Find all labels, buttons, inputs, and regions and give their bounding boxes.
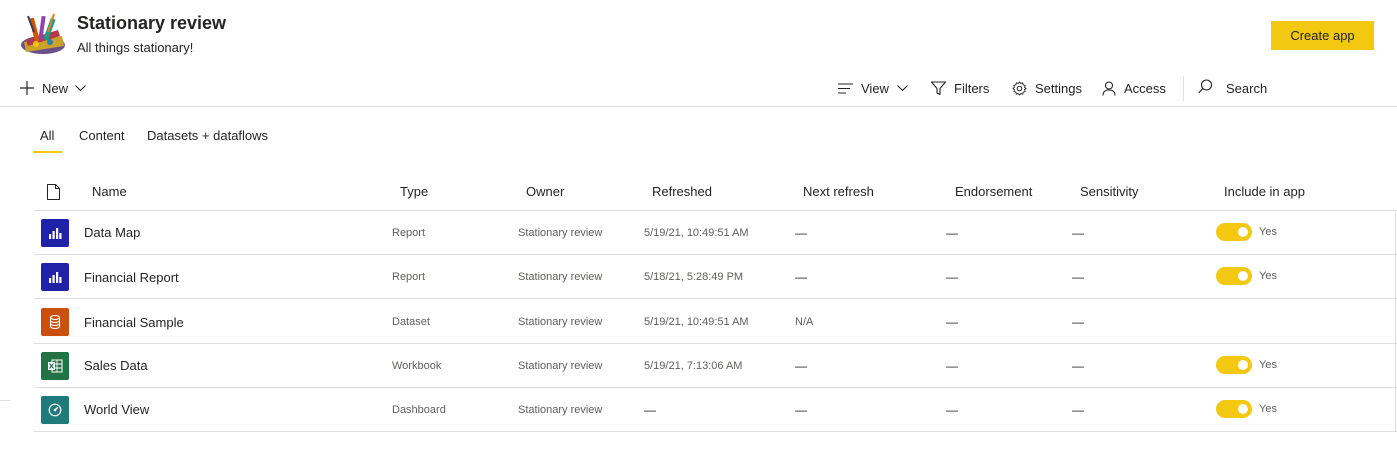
workbook-icon <box>41 352 69 380</box>
column-header-sensitivity[interactable]: Sensitivity <box>1080 184 1139 199</box>
item-next-refresh: N/A <box>795 316 814 328</box>
create-app-button[interactable]: Create app <box>1271 21 1374 50</box>
item-endorsement: — <box>946 270 958 284</box>
item-next-refresh: — <box>795 359 807 373</box>
chevron-down-icon <box>75 84 86 92</box>
workspace-logo-icon <box>18 12 68 56</box>
tab-all[interactable]: All <box>33 128 62 153</box>
item-endorsement: — <box>946 315 958 329</box>
table-row[interactable]: Data Map Report Stationary review 5/19/2… <box>34 211 1397 255</box>
include-in-app-toggle[interactable] <box>1216 400 1252 418</box>
item-endorsement: — <box>946 403 958 417</box>
table-right-border <box>1395 210 1396 432</box>
item-type: Dashboard <box>392 404 446 416</box>
new-button[interactable]: New <box>20 78 86 98</box>
settings-button[interactable]: Settings <box>1012 78 1082 98</box>
item-type: Report <box>392 271 426 283</box>
gear-icon <box>1012 80 1027 96</box>
item-sensitivity: — <box>1072 315 1084 329</box>
item-next-refresh: — <box>795 226 807 240</box>
item-owner: Stationary review <box>518 404 603 416</box>
search-box[interactable] <box>1198 78 1388 99</box>
item-refreshed: 5/18/21, 5:28:49 PM <box>644 271 744 283</box>
search-input[interactable] <box>1226 81 1376 96</box>
item-owner: Stationary review <box>518 316 603 328</box>
item-endorsement: — <box>946 359 958 373</box>
dataset-icon <box>41 308 69 336</box>
view-label: View <box>861 80 889 96</box>
table-header: Name Type Owner Refreshed Next refresh E… <box>34 173 1397 211</box>
workspace-header: Stationary review All things stationary!… <box>0 0 1397 68</box>
tab-datasets-dataflows[interactable]: Datasets + dataflows <box>147 128 268 153</box>
filter-icon <box>931 80 946 96</box>
new-label: New <box>42 80 69 96</box>
table-row[interactable]: World View Dashboard Stationary review —… <box>34 388 1397 432</box>
column-header-next-refresh[interactable]: Next refresh <box>803 184 874 199</box>
item-endorsement: — <box>946 226 958 240</box>
search-icon <box>1198 78 1213 99</box>
workspace-description: All things stationary! <box>77 40 194 55</box>
item-type: Workbook <box>392 360 442 372</box>
item-sensitivity: — <box>1072 270 1084 284</box>
include-in-app-label: Yes <box>1259 270 1277 282</box>
table-row[interactable]: Financial Sample Dataset Stationary revi… <box>34 299 1397 344</box>
item-next-refresh: — <box>795 270 807 284</box>
file-icon <box>47 184 60 205</box>
item-refreshed: 5/19/21, 10:49:51 AM <box>644 227 749 239</box>
chevron-down-icon <box>897 84 908 92</box>
column-header-include-in-app[interactable]: Include in app <box>1224 184 1305 199</box>
include-in-app-label: Yes <box>1259 403 1277 415</box>
column-header-refreshed[interactable]: Refreshed <box>652 184 712 199</box>
item-name[interactable]: Data Map <box>84 225 140 240</box>
person-icon <box>1102 80 1116 96</box>
plus-icon <box>20 81 34 95</box>
access-label: Access <box>1124 80 1166 96</box>
table-row[interactable]: Sales Data Workbook Stationary review 5/… <box>34 344 1397 388</box>
report-icon <box>41 219 69 247</box>
item-name[interactable]: Financial Sample <box>84 315 184 330</box>
item-owner: Stationary review <box>518 227 603 239</box>
filters-label: Filters <box>954 80 990 96</box>
filters-button[interactable]: Filters <box>931 78 989 98</box>
column-header-name[interactable]: Name <box>92 184 127 199</box>
column-header-type[interactable]: Type <box>400 184 428 199</box>
report-icon <box>41 263 69 291</box>
left-edge-divider <box>0 400 10 401</box>
item-type: Dataset <box>392 316 430 328</box>
include-in-app-toggle[interactable] <box>1216 223 1252 241</box>
include-in-app-label: Yes <box>1259 359 1277 371</box>
toolbar-divider <box>1183 76 1184 101</box>
item-name[interactable]: World View <box>84 402 149 417</box>
list-icon <box>838 82 853 94</box>
toolbar: New View Filters Settings Access Search <box>0 70 1397 107</box>
column-header-endorsement[interactable]: Endorsement <box>955 184 1032 199</box>
view-button[interactable]: View <box>838 78 908 98</box>
item-next-refresh: — <box>795 403 807 417</box>
item-refreshed: 5/19/21, 10:49:51 AM <box>644 316 749 328</box>
item-name[interactable]: Sales Data <box>84 358 148 373</box>
item-sensitivity: — <box>1072 403 1084 417</box>
access-button[interactable]: Access <box>1102 78 1166 98</box>
dashboard-icon <box>41 396 69 424</box>
item-refreshed: — <box>644 403 656 417</box>
table-row[interactable]: Financial Report Report Stationary revie… <box>34 255 1397 299</box>
item-sensitivity: — <box>1072 226 1084 240</box>
item-type: Report <box>392 227 426 239</box>
item-refreshed: 5/19/21, 7:13:06 AM <box>644 360 743 372</box>
item-sensitivity: — <box>1072 359 1084 373</box>
workspace-title: Stationary review <box>77 13 227 33</box>
include-in-app-toggle[interactable] <box>1216 356 1252 374</box>
settings-label: Settings <box>1035 80 1082 96</box>
include-in-app-toggle[interactable] <box>1216 267 1252 285</box>
item-owner: Stationary review <box>518 271 603 283</box>
item-owner: Stationary review <box>518 360 603 372</box>
item-name[interactable]: Financial Report <box>84 270 179 285</box>
column-header-owner[interactable]: Owner <box>526 184 564 199</box>
tab-content[interactable]: Content <box>79 128 125 153</box>
include-in-app-label: Yes <box>1259 226 1277 238</box>
